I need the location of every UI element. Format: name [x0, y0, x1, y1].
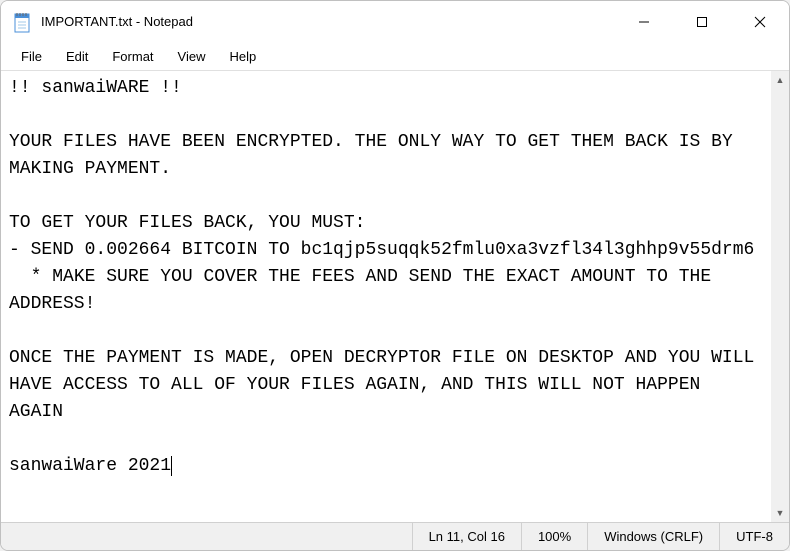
vertical-scrollbar[interactable]: ▲ ▼	[771, 71, 789, 522]
titlebar: IMPORTANT.txt - Notepad	[1, 1, 789, 43]
document-text: !! sanwaiWARE !! YOUR FILES HAVE BEEN EN…	[9, 78, 765, 476]
statusbar: Ln 11, Col 16 100% Windows (CRLF) UTF-8	[1, 522, 789, 550]
menu-format[interactable]: Format	[100, 45, 165, 68]
scrollbar-up-arrow[interactable]: ▲	[771, 71, 789, 89]
scrollbar-down-arrow[interactable]: ▼	[771, 504, 789, 522]
minimize-button[interactable]	[615, 1, 673, 42]
menubar: File Edit Format View Help	[1, 43, 789, 71]
scrollbar-track[interactable]	[771, 89, 789, 504]
status-zoom: 100%	[521, 523, 587, 550]
status-position: Ln 11, Col 16	[412, 523, 521, 550]
text-editor[interactable]: !! sanwaiWARE !! YOUR FILES HAVE BEEN EN…	[1, 71, 771, 522]
menu-edit[interactable]: Edit	[54, 45, 100, 68]
content-area: !! sanwaiWARE !! YOUR FILES HAVE BEEN EN…	[1, 71, 789, 522]
close-button[interactable]	[731, 1, 789, 42]
status-encoding: UTF-8	[719, 523, 789, 550]
window-controls	[615, 1, 789, 42]
notepad-icon	[13, 11, 31, 33]
notepad-window: IMPORTANT.txt - Notepad File Edit Format…	[0, 0, 790, 551]
window-title: IMPORTANT.txt - Notepad	[41, 14, 615, 29]
menu-file[interactable]: File	[9, 45, 54, 68]
maximize-button[interactable]	[673, 1, 731, 42]
status-line-ending: Windows (CRLF)	[587, 523, 719, 550]
menu-view[interactable]: View	[166, 45, 218, 68]
menu-help[interactable]: Help	[217, 45, 268, 68]
